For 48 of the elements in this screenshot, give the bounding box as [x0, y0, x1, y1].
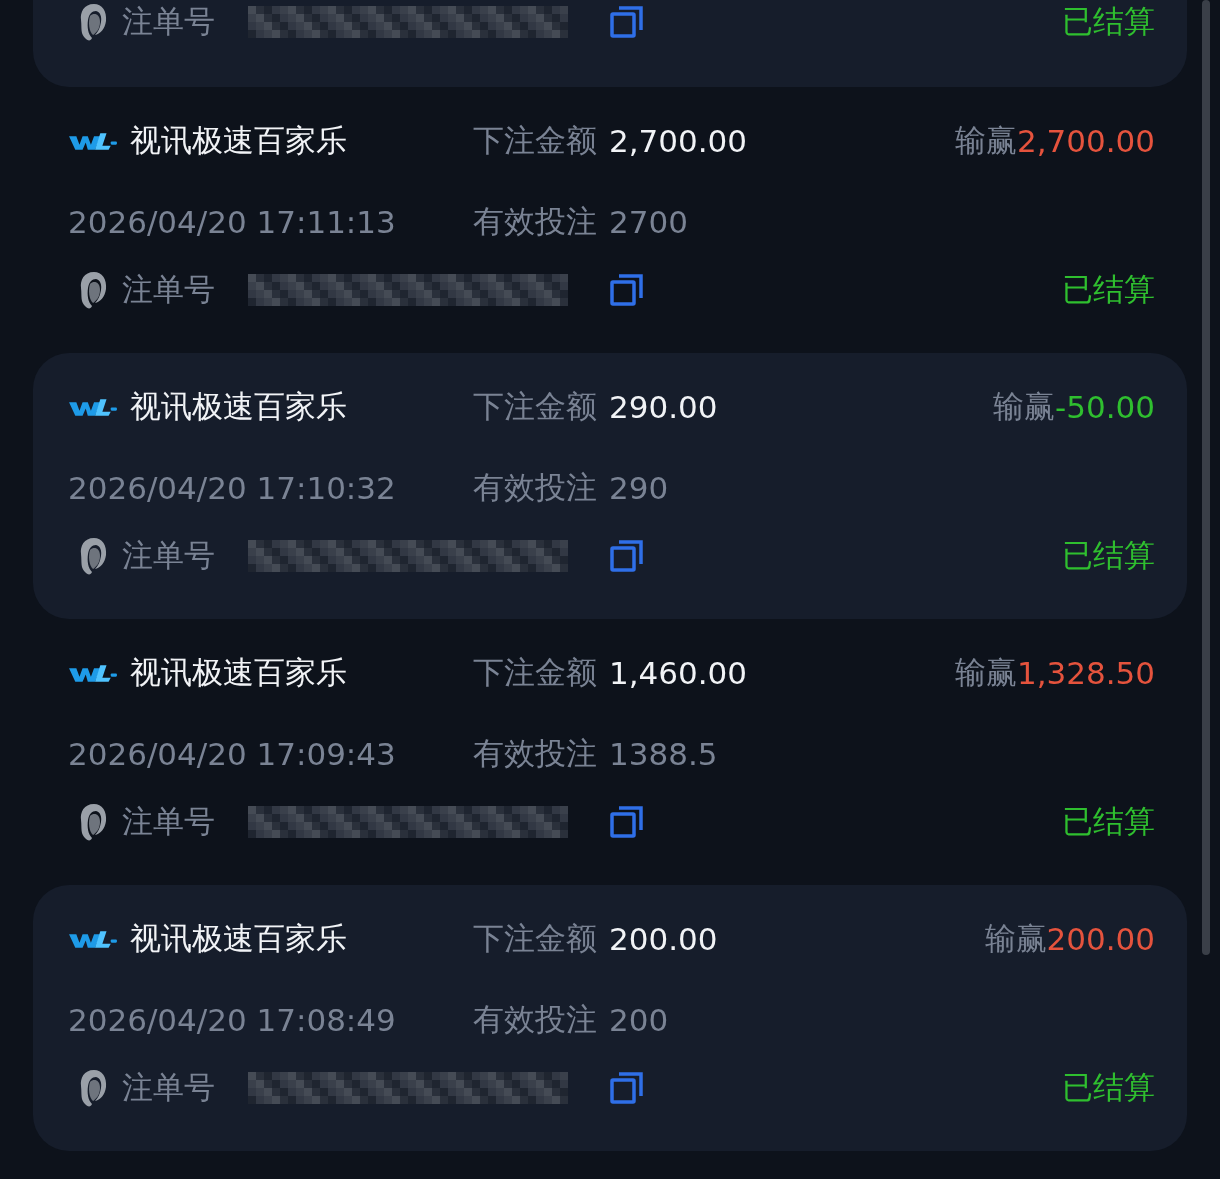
bet-time: 2026/04/20 17:09:43 — [68, 736, 396, 772]
result-label: 输赢 — [954, 121, 1017, 160]
bet-time: 2026/04/20 17:11:13 — [68, 204, 396, 240]
valid-bet-label: 有效投注 — [473, 468, 597, 507]
copy-icon[interactable] — [610, 805, 644, 839]
order-label: 注单号 — [122, 270, 216, 309]
result-label: 输赢 — [954, 653, 1017, 692]
stake-label: 下注金额 — [473, 919, 597, 958]
settled-status: 已结算 — [1062, 802, 1155, 841]
valid-bet-label: 有效投注 — [473, 734, 597, 773]
scrollbar[interactable] — [1202, 0, 1210, 955]
stake-label: 下注金额 — [473, 653, 597, 692]
result-label: 输赢 — [984, 919, 1047, 958]
settled-status: 已结算 — [1062, 2, 1155, 41]
copy-icon[interactable] — [610, 5, 644, 39]
result-label: 输赢 — [993, 387, 1056, 426]
settled-status: 已结算 — [1062, 536, 1155, 575]
valid-bet-amount: 200 — [609, 1002, 669, 1038]
order-label: 注单号 — [122, 2, 216, 41]
valid-bet-amount: 1388.5 — [609, 736, 718, 772]
stake-label: 下注金额 — [473, 387, 597, 426]
bet-time: 2026/04/20 17:10:32 — [68, 470, 396, 506]
result-amount: -50.00 — [1055, 389, 1155, 425]
settled-status: 已结算 — [1062, 1068, 1155, 1107]
valid-bet-amount: 2700 — [609, 204, 688, 240]
copy-icon[interactable] — [610, 273, 644, 307]
settled-status: 已结算 — [1062, 270, 1155, 309]
stake-amount: 290.00 — [609, 389, 718, 425]
result-amount: 1,328.50 — [1016, 655, 1155, 691]
result-amount: 2,700.00 — [1016, 123, 1155, 159]
game-name: 视讯极速百家乐 — [130, 919, 347, 958]
order-label: 注单号 — [122, 1068, 216, 1107]
valid-bet-label: 有效投注 — [473, 202, 597, 241]
order-label: 注单号 — [122, 536, 216, 575]
valid-bet-label: 有效投注 — [473, 1000, 597, 1039]
copy-icon[interactable] — [610, 1071, 644, 1105]
valid-bet-amount: 290 — [609, 470, 669, 506]
stake-amount: 2,700.00 — [609, 123, 748, 159]
result-amount: 200.00 — [1046, 921, 1155, 957]
bet-time: 2026/04/20 17:08:49 — [68, 1002, 396, 1038]
stake-amount: 1,460.00 — [609, 655, 748, 691]
game-name: 视讯极速百家乐 — [130, 653, 347, 692]
game-name: 视讯极速百家乐 — [130, 387, 347, 426]
stake-amount: 200.00 — [609, 921, 718, 957]
order-label: 注单号 — [122, 802, 216, 841]
game-name: 视讯极速百家乐 — [130, 121, 347, 160]
copy-icon[interactable] — [610, 539, 644, 573]
stake-label: 下注金额 — [473, 121, 597, 160]
